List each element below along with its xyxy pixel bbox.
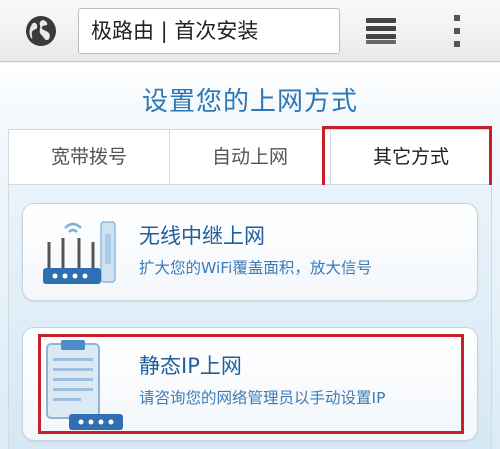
tab-other-methods[interactable]: 其它方式 [331, 130, 491, 184]
option-static-ip[interactable]: 静态IP上网 请咨询您的网络管理员以手动设置IP [22, 327, 478, 441]
globe-icon[interactable] [24, 14, 58, 48]
browser-toolbar: 极路由 | 首次安装 [0, 0, 500, 62]
option-wireless-repeater[interactable]: 无线中继上网 扩大您的WiFi覆盖面积，放大信号 [22, 203, 478, 301]
option-description: 请咨询您的网络管理员以手动设置IP [139, 389, 386, 407]
address-bar[interactable]: 极路由 | 首次安装 [78, 8, 340, 54]
static-ip-router-icon [46, 340, 123, 430]
option-title: 静态IP上网 [139, 354, 242, 378]
tab-pppoe[interactable]: 宽带拨号 [9, 130, 170, 184]
tab-dhcp[interactable]: 自动上网 [170, 130, 331, 184]
option-title: 无线中继上网 [139, 224, 265, 248]
more-vertical-icon[interactable] [452, 14, 462, 48]
option-description: 扩大您的WiFi覆盖面积，放大信号 [139, 259, 372, 277]
page-title: 设置您的上网方式 [141, 87, 358, 117]
tabs-icon[interactable] [366, 18, 396, 44]
connection-type-tabs: 宽带拨号 自动上网 其它方式 [8, 129, 492, 185]
wireless-repeater-icon [43, 221, 116, 284]
